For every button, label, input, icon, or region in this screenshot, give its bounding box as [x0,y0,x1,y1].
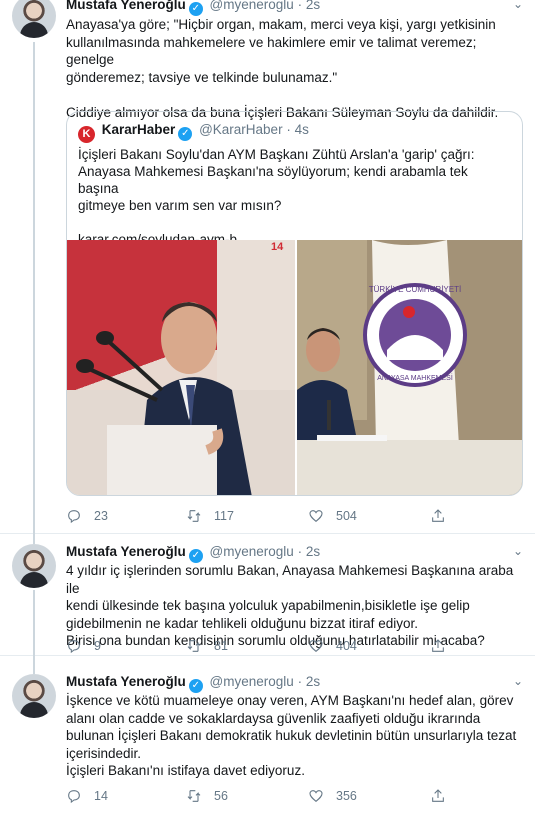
tweet-header: Mustafa Yeneroğlu ✓ @myeneroglu · 2s [66,0,320,16]
quoted-tweet-header: K KararHaber ✓ @KararHaber · 4s [78,122,309,143]
tweet-actions: 14 56 356 [66,788,526,808]
seal-text-top: TÜRKİYE CUMHURİYETİ [369,285,461,294]
share-button[interactable] [430,508,458,524]
share-icon [432,639,444,652]
timestamp[interactable]: 2s [306,674,320,689]
heart-icon [309,640,323,653]
retweet-button[interactable]: 56 [186,788,228,804]
reply-icon [68,640,80,654]
thread-line [33,590,35,656]
photo-minister-speaking[interactable]: 14 [67,240,295,495]
avatar[interactable] [12,544,56,588]
reply-icon [68,790,80,804]
author-handle[interactable]: @myeneroglu [210,0,294,12]
reply-icon [68,510,80,524]
share-button[interactable] [430,788,458,804]
thread-line [33,656,35,674]
like-button[interactable]: 356 [308,788,357,804]
seal-text-bottom: ANAYASA MAHKEMESİ [377,373,453,382]
backdrop-number: 14 [271,241,284,253]
photo-court-president[interactable]: TÜRKİYE CUMHURİYETİ ANAYASA MAHKEMESİ [297,240,522,495]
tweet-actions: 9 81 404 [66,638,526,658]
reply-count: 9 [94,639,101,653]
like-count: 504 [336,509,357,523]
quoted-tweet-text: İçişleri Bakanı Soylu'dan AYM Başkanı Zü… [78,146,508,248]
like-button[interactable]: 504 [308,508,357,524]
retweet-button[interactable]: 81 [186,638,228,654]
avatar[interactable] [12,674,56,718]
quoted-author-name[interactable]: KararHaber [102,122,176,137]
share-icon [432,509,444,522]
like-button[interactable]: 404 [308,638,357,654]
tweet-2[interactable]: Mustafa Yeneroğlu ✓ @myeneroglu · 2s ⌄ 4 … [0,534,535,656]
retweet-icon [187,790,201,802]
retweet-count: 81 [214,639,228,653]
thread-line [33,534,35,544]
retweet-count: 117 [214,509,234,523]
author-handle[interactable]: @myeneroglu [210,544,294,559]
chevron-down-icon[interactable]: ⌄ [513,0,523,11]
timestamp[interactable]: 2s [306,0,320,12]
tweet-text: 4 yıldır iç işlerinden sorumlu Bakan, An… [66,563,514,648]
chevron-down-icon[interactable]: ⌄ [513,674,523,688]
tweet-text: İşkence ve kötü muameleye onay veren, AY… [66,693,517,778]
kararhaber-logo: K [78,126,95,143]
reply-count: 23 [94,509,108,523]
tweet-1[interactable]: Mustafa Yeneroğlu ✓ @myeneroglu · 2s ⌄ An… [0,0,535,542]
verified-badge-icon: ✓ [188,2,203,16]
avatar[interactable] [12,0,56,38]
like-count: 404 [336,639,357,653]
timestamp[interactable]: 2s [306,544,320,559]
tweet-header: Mustafa Yeneroğlu ✓ @myeneroglu · 2s [66,674,321,693]
reply-button[interactable]: 9 [66,638,101,654]
author-handle[interactable]: @myeneroglu [210,674,294,689]
retweet-icon [187,510,201,522]
tweet-actions: 23 117 504 [66,508,526,528]
verified-badge-icon: ✓ [178,127,193,141]
reply-count: 14 [94,789,108,803]
verified-badge-icon: ✓ [188,679,203,693]
author-name[interactable]: Mustafa Yeneroğlu [66,544,186,559]
like-count: 356 [336,789,357,803]
share-icon [432,789,444,802]
tweet-text: Anayasa'ya göre; "Hiçbir organ, makam, m… [66,17,499,120]
verified-badge-icon: ✓ [188,549,203,563]
retweet-count: 56 [214,789,228,803]
heart-icon [309,510,323,523]
reply-button[interactable]: 23 [66,508,108,524]
quoted-handle[interactable]: @KararHaber [199,122,283,137]
author-name[interactable]: Mustafa Yeneroğlu [66,674,186,689]
tweet-3[interactable]: Mustafa Yeneroğlu ✓ @myeneroglu · 2s ⌄ İş… [0,656,535,814]
share-button[interactable] [430,638,458,654]
thread-line [33,42,35,542]
author-name[interactable]: Mustafa Yeneroğlu [66,0,186,12]
reply-button[interactable]: 14 [66,788,108,804]
quoted-tweet-card[interactable]: K KararHaber ✓ @KararHaber · 4s İçişleri … [66,111,523,496]
quoted-timestamp[interactable]: 4s [295,122,309,137]
retweet-icon [187,640,201,652]
chevron-down-icon[interactable]: ⌄ [513,544,523,558]
heart-icon [309,790,323,803]
retweet-button[interactable]: 117 [186,508,234,524]
tweet-header: Mustafa Yeneroğlu ✓ @myeneroglu · 2s [66,544,321,563]
